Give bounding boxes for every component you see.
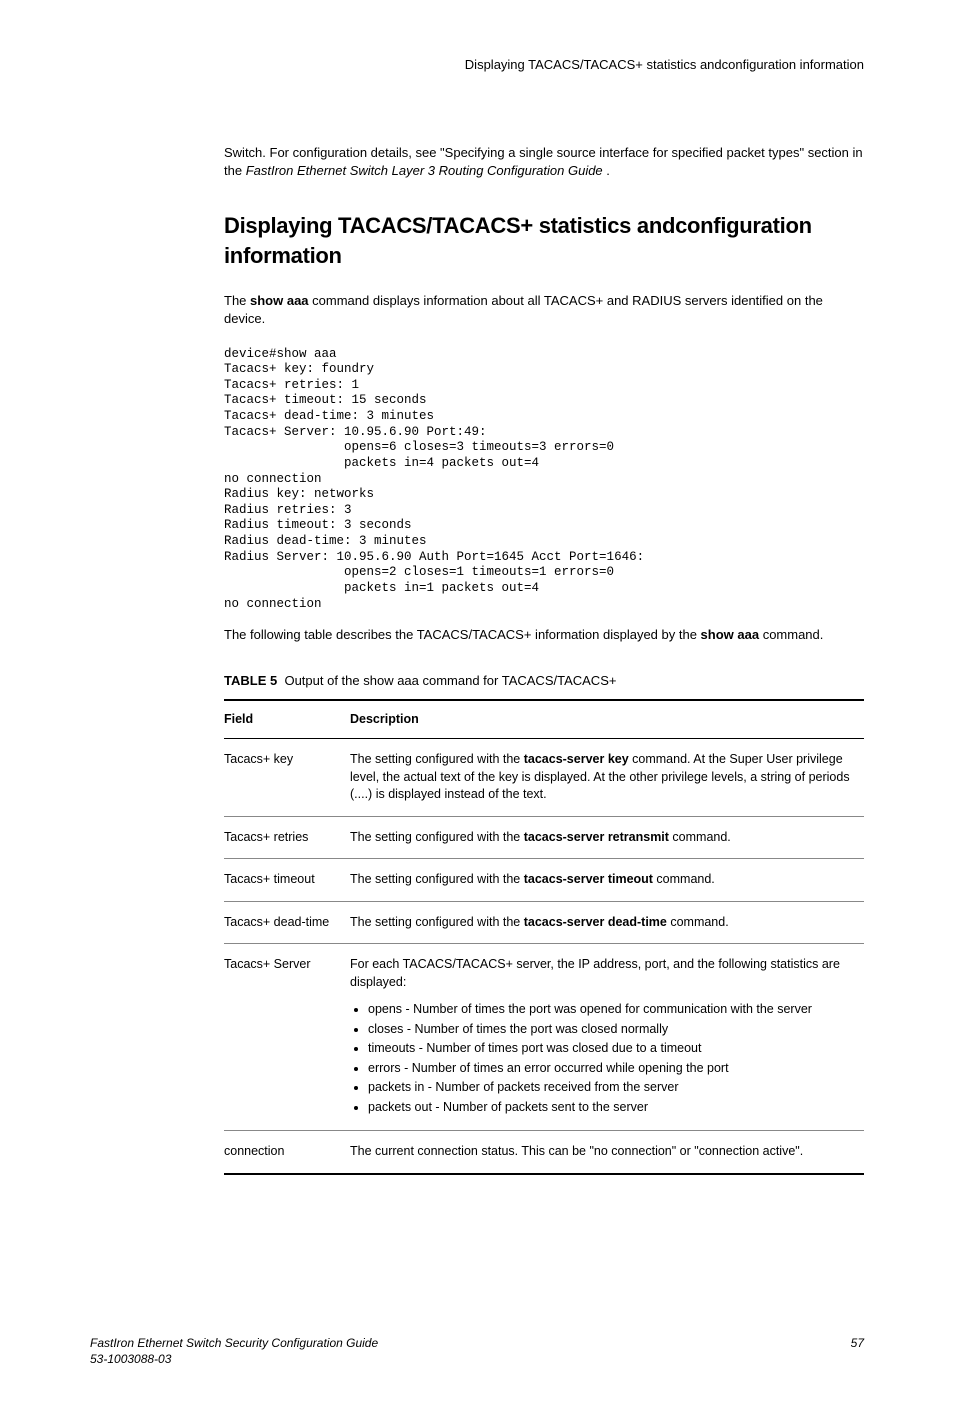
table-header-row: Field Description <box>224 700 864 739</box>
after-code-pre: The following table describes the TACACS… <box>224 627 701 642</box>
table-intro-paragraph: The following table describes the TACACS… <box>90 626 864 644</box>
lead-pre: The <box>224 293 250 308</box>
running-header: Displaying TACACS/TACACS+ statistics and… <box>90 56 864 74</box>
desc-bold: tacacs-server dead-time <box>524 915 667 929</box>
footer-doc-number: 53-1003088-03 <box>90 1351 378 1368</box>
table-row: connection The current connection status… <box>224 1131 864 1174</box>
lead-paragraph: The show aaa command displays informatio… <box>90 292 864 328</box>
cell-description: The setting configured with the tacacs-s… <box>350 739 864 817</box>
desc-bold: tacacs-server retransmit <box>524 830 669 844</box>
list-item: packets out - Number of packets sent to … <box>368 1099 856 1117</box>
list-item: opens - Number of times the port was ope… <box>368 1001 856 1019</box>
table-row: Tacacs+ timeout The setting configured w… <box>224 859 864 902</box>
cell-field: Tacacs+ dead-time <box>224 901 350 944</box>
intro-doc-title: FastIron Ethernet Switch Layer 3 Routing… <box>246 163 603 178</box>
footer-page-number: 57 <box>851 1335 864 1369</box>
code-output: device#show aaa Tacacs+ key: foundry Tac… <box>224 347 864 613</box>
cell-description: The setting configured with the tacacs-s… <box>350 859 864 902</box>
desc-pre: The setting configured with the <box>350 872 524 886</box>
cell-field: Tacacs+ timeout <box>224 859 350 902</box>
table-row: Tacacs+ key The setting configured with … <box>224 739 864 817</box>
page-footer: FastIron Ethernet Switch Security Config… <box>90 1335 864 1369</box>
section-heading: Displaying TACACS/TACACS+ statistics and… <box>90 211 864 273</box>
cell-field: Tacacs+ retries <box>224 816 350 859</box>
table-row: Tacacs+ dead-time The setting configured… <box>224 901 864 944</box>
column-header-description: Description <box>350 700 864 739</box>
table-row: Tacacs+ retries The setting configured w… <box>224 816 864 859</box>
cell-field: connection <box>224 1131 350 1174</box>
output-table: Field Description Tacacs+ key The settin… <box>224 699 864 1175</box>
intro-text-after: . <box>603 163 610 178</box>
desc-bold: tacacs-server timeout <box>524 872 653 886</box>
cell-description: The setting configured with the tacacs-s… <box>350 816 864 859</box>
list-item: timeouts - Number of times port was clos… <box>368 1040 856 1058</box>
footer-doc-title: FastIron Ethernet Switch Security Config… <box>90 1335 378 1352</box>
server-stats-list: opens - Number of times the port was ope… <box>350 1001 856 1116</box>
cell-field: Tacacs+ key <box>224 739 350 817</box>
lead-post: command displays information about all T… <box>224 293 823 326</box>
table-label: TABLE 5 <box>224 673 277 688</box>
column-header-field: Field <box>224 700 350 739</box>
table-row: Tacacs+ Server For each TACACS/TACACS+ s… <box>224 944 864 1131</box>
desc-post: command. <box>669 830 731 844</box>
after-code-post: command. <box>759 627 823 642</box>
cell-description: For each TACACS/TACACS+ server, the IP a… <box>350 944 864 1131</box>
table-title: Output of the show aaa command for TACAC… <box>284 673 616 688</box>
table-caption: TABLE 5 Output of the show aaa command f… <box>90 672 864 690</box>
lead-command: show aaa <box>250 293 309 308</box>
list-item: packets in - Number of packets received … <box>368 1079 856 1097</box>
desc-pre: The setting configured with the <box>350 752 524 766</box>
after-code-cmd: show aaa <box>701 627 760 642</box>
list-item: errors - Number of times an error occurr… <box>368 1060 856 1078</box>
list-item: closes - Number of times the port was cl… <box>368 1021 856 1039</box>
cell-description: The current connection status. This can … <box>350 1131 864 1174</box>
desc-post: command. <box>667 915 729 929</box>
server-intro: For each TACACS/TACACS+ server, the IP a… <box>350 956 856 991</box>
cell-field: Tacacs+ Server <box>224 944 350 1131</box>
cell-description: The setting configured with the tacacs-s… <box>350 901 864 944</box>
desc-post: command. <box>653 872 715 886</box>
intro-paragraph: Switch. For configuration details, see "… <box>90 144 864 180</box>
desc-pre: The setting configured with the <box>350 830 524 844</box>
desc-bold: tacacs-server key <box>524 752 629 766</box>
footer-left: FastIron Ethernet Switch Security Config… <box>90 1335 378 1369</box>
desc-pre: The setting configured with the <box>350 915 524 929</box>
